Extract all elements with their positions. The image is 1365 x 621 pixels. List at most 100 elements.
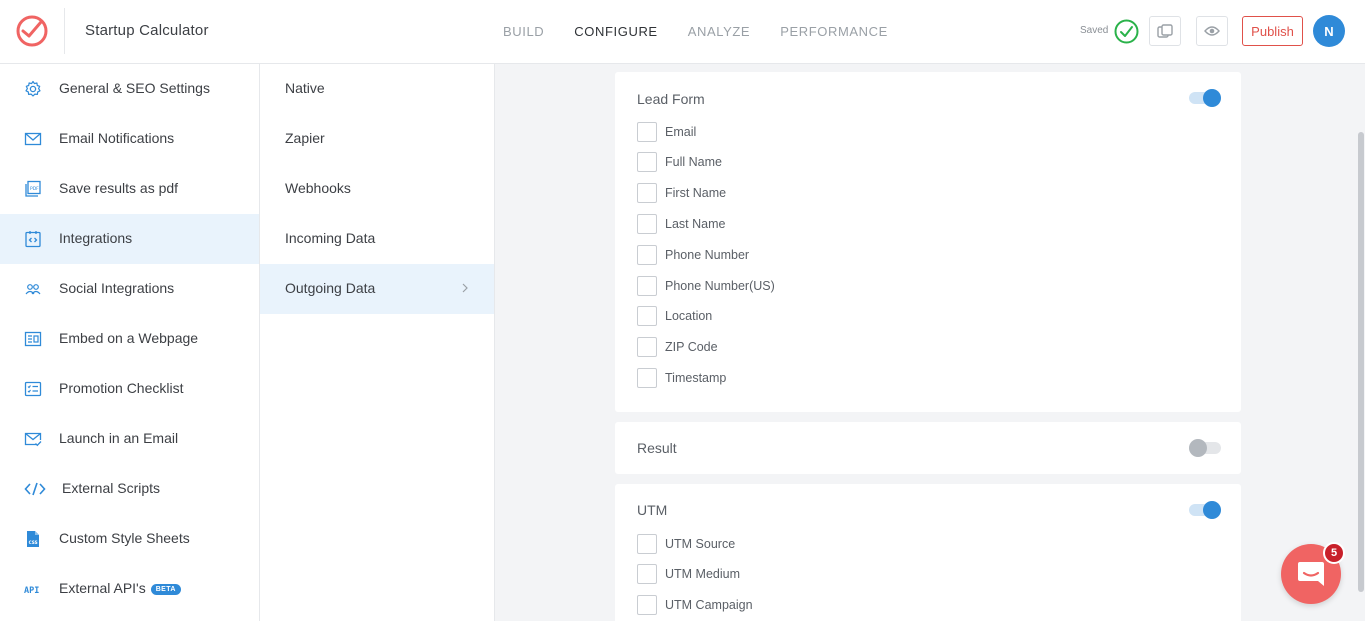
utm-medium-checkbox[interactable]	[637, 564, 657, 584]
field-row-first-name: First Name	[637, 183, 726, 203]
logo-icon[interactable]	[14, 12, 50, 48]
copy-icon	[1157, 24, 1173, 38]
zip-code-checkbox[interactable]	[637, 337, 657, 357]
integrations-submenu: Native Zapier Webhooks Incoming Data Out…	[260, 64, 495, 621]
eye-icon	[1204, 26, 1220, 36]
utm-toggle[interactable]	[1189, 501, 1221, 519]
sidebar-item-label: Embed on a Webpage	[59, 330, 199, 346]
sidebar-item-label: External API's BETA	[59, 580, 181, 596]
submenu-item-incoming-data[interactable]: Incoming Data	[260, 214, 494, 264]
tab-build[interactable]: BUILD	[503, 24, 544, 39]
phone-number-checkbox[interactable]	[637, 245, 657, 265]
sidebar-item-embed-webpage[interactable]: Embed on a Webpage	[0, 314, 259, 364]
first-name-checkbox[interactable]	[637, 183, 657, 203]
tab-analyze[interactable]: ANALYZE	[688, 24, 750, 39]
email-checkbox[interactable]	[637, 122, 657, 142]
people-icon	[25, 284, 41, 295]
timestamp-checkbox[interactable]	[637, 368, 657, 388]
field-row-utm-source: UTM Source	[637, 534, 735, 554]
checkbox-label: ZIP Code	[665, 340, 718, 354]
sidebar-item-label: Save results as pdf	[59, 180, 179, 196]
checkbox-label: Location	[665, 309, 713, 323]
checklist-icon	[24, 381, 42, 397]
submenu-item-outgoing-data[interactable]: Outgoing Data	[260, 264, 494, 314]
sidebar-item-save-pdf[interactable]: PDF Save results as pdf	[0, 164, 259, 214]
main-content: Lead Form Email Full Name First Name Las…	[495, 64, 1357, 621]
sidebar-item-external-scripts[interactable]: External Scripts	[0, 464, 259, 514]
submenu-item-webhooks[interactable]: Webhooks	[260, 164, 494, 214]
pdf-icon: PDF	[25, 180, 41, 197]
utm-title: UTM	[637, 502, 668, 518]
field-row-zip-code: ZIP Code	[637, 337, 718, 357]
lead-form-toggle[interactable]	[1189, 89, 1221, 107]
content-scrollbar[interactable]	[1357, 64, 1365, 621]
sidebar-item-external-api[interactable]: API External API's BETA	[0, 564, 259, 614]
field-row-full-name: Full Name	[637, 152, 722, 172]
scrollbar-thumb[interactable]	[1358, 132, 1364, 592]
beta-badge: BETA	[150, 584, 181, 595]
field-row-phone-number: Phone Number	[637, 245, 749, 265]
utm-card: UTM UTM Source UTM Medium UTM Campaign	[615, 484, 1241, 621]
checkbox-label: UTM Medium	[665, 567, 741, 581]
sidebar-item-custom-style-sheets[interactable]: CSS Custom Style Sheets	[0, 514, 259, 564]
sidebar-item-email-notifications[interactable]: Email Notifications	[0, 114, 259, 164]
toggle-knob	[1203, 89, 1221, 107]
tab-performance[interactable]: PERFORMANCE	[780, 24, 888, 39]
submenu-item-label: Webhooks	[285, 180, 351, 196]
css-file-icon: CSS	[27, 531, 39, 547]
utm-campaign-checkbox[interactable]	[637, 595, 657, 615]
toggle-knob	[1203, 501, 1221, 519]
tab-configure[interactable]: CONFIGURE	[574, 24, 657, 39]
last-name-checkbox[interactable]	[637, 214, 657, 234]
duplicate-button[interactable]	[1149, 16, 1181, 46]
field-row-email: Email	[637, 122, 696, 142]
chat-unread-badge: 5	[1323, 542, 1345, 564]
checkbox-label: UTM Campaign	[665, 598, 753, 612]
sidebar-item-general-seo[interactable]: General & SEO Settings	[0, 64, 259, 114]
sidebar-item-label: Custom Style Sheets	[59, 530, 190, 546]
submenu-item-native[interactable]: Native	[260, 64, 494, 114]
field-row-timestamp: Timestamp	[637, 368, 726, 388]
svg-text:CSS: CSS	[29, 540, 38, 545]
submenu-item-label: Incoming Data	[285, 230, 376, 246]
envelope-icon	[24, 132, 42, 146]
app-title: Startup Calculator	[85, 22, 209, 39]
sidebar-item-integrations[interactable]: Integrations	[0, 214, 259, 264]
field-row-phone-number-us: Phone Number(US)	[637, 276, 775, 296]
checkbox-label: First Name	[665, 186, 727, 200]
check-circle-icon	[1114, 19, 1139, 44]
sidebar-item-launch-email[interactable]: Launch in an Email	[0, 414, 259, 464]
checkbox-label: Phone Number	[665, 248, 750, 262]
toggle-knob	[1189, 439, 1207, 457]
svg-text:API: API	[24, 586, 39, 596]
settings-sidebar: General & SEO Settings Email Notificatio…	[0, 64, 260, 621]
checkbox-label: Email	[665, 125, 697, 139]
publish-button[interactable]: Publish	[1242, 16, 1303, 46]
saved-status: Saved	[1080, 25, 1109, 36]
field-row-last-name: Last Name	[637, 214, 725, 234]
sidebar-item-label: Promotion Checklist	[59, 380, 184, 396]
location-checkbox[interactable]	[637, 306, 657, 326]
sidebar-item-label: Integrations	[59, 230, 133, 246]
sidebar-item-text: External API's	[59, 580, 146, 596]
preview-button[interactable]	[1196, 16, 1228, 46]
sidebar-item-label: External Scripts	[62, 480, 161, 496]
result-card: Result	[615, 422, 1241, 474]
gear-icon	[25, 80, 41, 97]
checkbox-label: Phone Number(US)	[665, 279, 775, 293]
result-toggle[interactable]	[1189, 439, 1221, 457]
submenu-item-label: Zapier	[285, 130, 325, 146]
header-divider	[64, 8, 65, 54]
sidebar-item-social-integrations[interactable]: Social Integrations	[0, 264, 259, 314]
full-name-checkbox[interactable]	[637, 152, 657, 172]
phone-number-us-checkbox[interactable]	[637, 276, 657, 296]
sidebar-item-label: Social Integrations	[59, 280, 175, 296]
avatar[interactable]: N	[1313, 15, 1345, 47]
top-header: Startup Calculator BUILD CONFIGURE ANALY…	[0, 0, 1365, 64]
sidebar-item-promotion-checklist[interactable]: Promotion Checklist	[0, 364, 259, 414]
svg-text:PDF: PDF	[30, 186, 39, 192]
submenu-item-zapier[interactable]: Zapier	[260, 114, 494, 164]
utm-source-checkbox[interactable]	[637, 534, 657, 554]
sidebar-item-label: Email Notifications	[59, 130, 175, 146]
result-title: Result	[637, 440, 677, 456]
